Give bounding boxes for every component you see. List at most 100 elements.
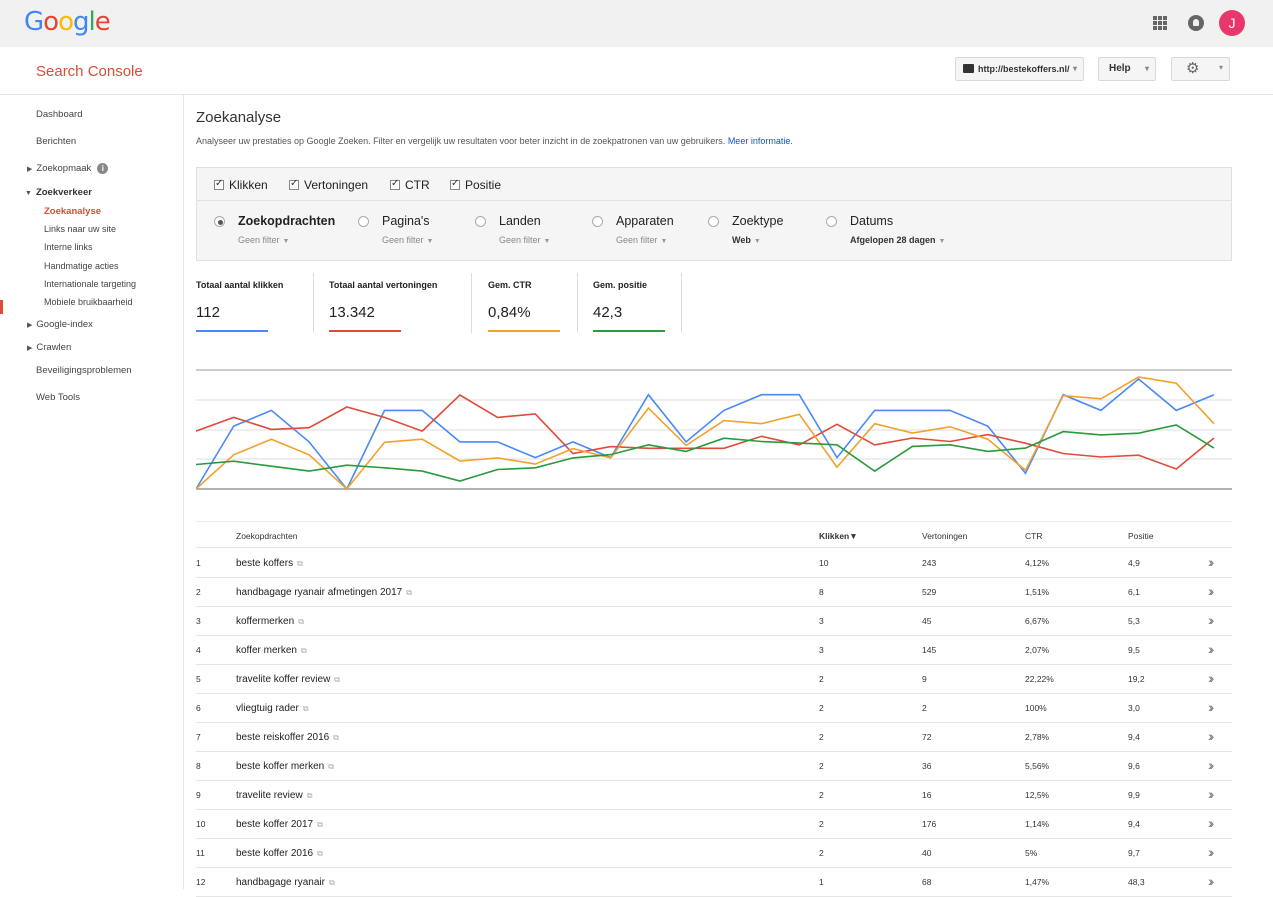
query-cell[interactable]: travelite koffer review ⧉ xyxy=(236,674,340,685)
external-link-icon[interactable]: ⧉ xyxy=(303,704,309,714)
external-link-icon[interactable]: ⧉ xyxy=(317,849,323,859)
dimension-filter[interactable]: Afgelopen 28 dagen ▼ xyxy=(850,235,945,245)
checkbox-vertoningen[interactable]: Vertoningen xyxy=(289,178,368,192)
external-link-icon[interactable]: ⧉ xyxy=(307,791,313,801)
sidebar-item-handmatige-acties[interactable]: Handmatige acties xyxy=(44,261,119,271)
google-logo[interactable]: Google xyxy=(24,7,111,37)
external-link-icon[interactable]: ⧉ xyxy=(328,762,334,772)
sidebar: Dashboard Berichten ▶ Zoekopmaak i ▼ Zoekve… xyxy=(0,95,184,889)
table-row[interactable]: 9 travelite review ⧉ 2 16 12,5% 9,9 ›› xyxy=(196,781,1232,810)
dimension-filter[interactable]: Geen filter ▼ xyxy=(238,235,289,245)
query-cell[interactable]: koffermerken ⧉ xyxy=(236,616,304,627)
table-row[interactable]: 2 handbagage ryanair afmetingen 2017 ⧉ 8 529… xyxy=(196,578,1232,607)
query-cell[interactable]: handbagage ryanair afmetingen 2017 ⧉ xyxy=(236,587,412,598)
external-link-icon[interactable]: ⧉ xyxy=(333,733,339,743)
query-cell[interactable]: beste koffers ⧉ xyxy=(236,558,303,569)
sidebar-item-google-index[interactable]: ▶ Google-index xyxy=(27,319,93,330)
query-cell[interactable]: beste koffer merken ⧉ xyxy=(236,761,334,772)
sidebar-item-beveiligingsproblemen[interactable]: Beveiligingsproblemen xyxy=(36,365,132,376)
dimension-filter[interactable]: Web ▼ xyxy=(732,235,761,245)
sidebar-item-mobiele-bruikbaarheid[interactable]: Mobiele bruikbaarheid xyxy=(44,297,133,307)
double-chevron-right-icon[interactable]: ›› xyxy=(1208,641,1215,657)
external-link-icon[interactable]: ⧉ xyxy=(297,559,303,569)
query-cell[interactable]: travelite review ⧉ xyxy=(236,790,312,801)
double-chevron-right-icon[interactable]: ›› xyxy=(1208,844,1215,860)
external-link-icon[interactable]: ⧉ xyxy=(317,820,323,830)
table-row[interactable]: 4 koffer merken ⧉ 3 145 2,07% 9,5 ›› xyxy=(196,636,1232,665)
info-icon[interactable]: i xyxy=(97,163,109,174)
query-cell[interactable]: beste koffer 2017 ⧉ xyxy=(236,819,323,830)
external-link-icon[interactable]: ⧉ xyxy=(329,878,335,888)
table-row[interactable]: 12 handbagage ryanair ⧉ 1 68 1,47% 48,3 ›› xyxy=(196,868,1232,897)
query-cell[interactable]: koffer merken ⧉ xyxy=(236,645,307,656)
checkbox-ctr[interactable]: CTR xyxy=(390,178,430,192)
radio-icon[interactable] xyxy=(475,216,486,227)
double-chevron-right-icon[interactable]: ›› xyxy=(1208,612,1215,628)
table-row[interactable]: 3 koffermerken ⧉ 3 45 6,67% 5,3 ›› xyxy=(196,607,1232,636)
sidebar-item-berichten[interactable]: Berichten xyxy=(36,136,76,147)
query-cell[interactable]: beste koffer 2016 ⧉ xyxy=(236,848,323,859)
table-row[interactable]: 6 vliegtuig rader ⧉ 2 2 100% 3,0 ›› xyxy=(196,694,1232,723)
console-title[interactable]: Search Console xyxy=(36,63,143,80)
checkbox-klikken[interactable]: Klikken xyxy=(214,178,268,192)
column-header-ctr[interactable]: CTR xyxy=(1025,531,1042,541)
query-cell[interactable]: handbagage ryanair ⧉ xyxy=(236,877,335,888)
sidebar-item-zoekverkeer[interactable]: ▼ Zoekverkeer xyxy=(25,187,92,198)
ctr-cell: 100% xyxy=(1025,703,1047,713)
sidebar-item-internationale-targeting[interactable]: Internationale targeting xyxy=(44,279,136,289)
double-chevron-right-icon[interactable]: ›› xyxy=(1208,554,1215,570)
external-link-icon[interactable]: ⧉ xyxy=(298,617,304,627)
table-row[interactable]: 8 beste koffer merken ⧉ 2 36 5,56% 9,6 ›› xyxy=(196,752,1232,781)
double-chevron-right-icon[interactable]: ›› xyxy=(1208,815,1215,831)
sidebar-item-links-naar-uw-site[interactable]: Links naar uw site xyxy=(44,224,116,234)
double-chevron-right-icon[interactable]: ›› xyxy=(1208,728,1215,744)
table-row[interactable]: 11 beste koffer 2016 ⧉ 2 40 5% 9,7 ›› xyxy=(196,839,1232,868)
sidebar-item-zoekopmaak[interactable]: ▶ Zoekopmaak i xyxy=(27,163,109,174)
more-info-link[interactable]: Meer informatie. xyxy=(728,136,793,146)
site-selector-button[interactable]: http://bestekoffers.nl/ ▾ xyxy=(955,57,1084,81)
external-link-icon[interactable]: ⧉ xyxy=(334,675,340,685)
radio-icon[interactable] xyxy=(592,216,603,227)
double-chevron-right-icon[interactable]: ›› xyxy=(1208,757,1215,773)
column-header-vertoningen[interactable]: Vertoningen xyxy=(922,531,967,541)
external-link-icon[interactable]: ⧉ xyxy=(301,646,307,656)
double-chevron-right-icon[interactable]: ›› xyxy=(1208,670,1215,686)
table-row[interactable]: 1 beste koffers ⧉ 10 243 4,12% 4,9 ›› xyxy=(196,549,1232,578)
query-cell[interactable]: vliegtuig rader ⧉ xyxy=(236,703,309,714)
table-row[interactable]: 10 beste koffer 2017 ⧉ 2 176 1,14% 9,4 ›› xyxy=(196,810,1232,839)
double-chevron-right-icon[interactable]: ›› xyxy=(1208,699,1215,715)
total-value: 0,84% xyxy=(488,304,531,321)
table-row[interactable]: 5 travelite koffer review ⧉ 2 9 22,22% 19,2 ›› xyxy=(196,665,1232,694)
vertoningen-cell: 40 xyxy=(922,848,932,858)
avatar[interactable]: J xyxy=(1219,10,1245,36)
dimension-filter[interactable]: Geen filter ▼ xyxy=(616,235,667,245)
sidebar-item-dashboard[interactable]: Dashboard xyxy=(36,109,82,120)
radio-icon[interactable] xyxy=(708,216,719,227)
apps-grid-icon[interactable] xyxy=(1153,16,1167,30)
notifications-icon[interactable] xyxy=(1188,15,1204,31)
column-header-query[interactable]: Zoekopdrachten xyxy=(236,531,297,541)
query-cell[interactable]: beste reiskoffer 2016 ⧉ xyxy=(236,732,339,743)
positie-cell: 3,0 xyxy=(1128,703,1140,713)
sidebar-item-zoekanalyse[interactable]: Zoekanalyse xyxy=(44,206,101,217)
vertoningen-cell: 145 xyxy=(922,645,937,655)
help-button[interactable]: Help ▾ xyxy=(1098,57,1156,81)
double-chevron-right-icon[interactable]: ›› xyxy=(1208,873,1215,889)
dimension-filter[interactable]: Geen filter ▼ xyxy=(499,235,550,245)
sidebar-item-interne-links[interactable]: Interne links xyxy=(44,242,93,252)
column-header-klikken[interactable]: Klikken▼ xyxy=(819,531,858,541)
external-link-icon[interactable]: ⧉ xyxy=(406,588,412,598)
double-chevron-right-icon[interactable]: ›› xyxy=(1208,786,1215,802)
table-row[interactable]: 7 beste reiskoffer 2016 ⧉ 2 72 2,78% 9,4 ›› xyxy=(196,723,1232,752)
sidebar-item-web-tools[interactable]: Web Tools xyxy=(36,392,80,403)
positie-cell: 4,9 xyxy=(1128,558,1140,568)
sidebar-item-crawlen[interactable]: ▶ Crawlen xyxy=(27,342,71,353)
double-chevron-right-icon[interactable]: ›› xyxy=(1208,583,1215,599)
checkbox-positie[interactable]: Positie xyxy=(450,178,501,192)
column-header-positie[interactable]: Positie xyxy=(1128,531,1154,541)
radio-icon[interactable] xyxy=(358,216,369,227)
radio-selected-icon[interactable] xyxy=(214,216,225,227)
dimension-filter[interactable]: Geen filter ▼ xyxy=(382,235,433,245)
radio-icon[interactable] xyxy=(826,216,837,227)
settings-button[interactable]: ⚙ ▾ xyxy=(1171,57,1230,81)
